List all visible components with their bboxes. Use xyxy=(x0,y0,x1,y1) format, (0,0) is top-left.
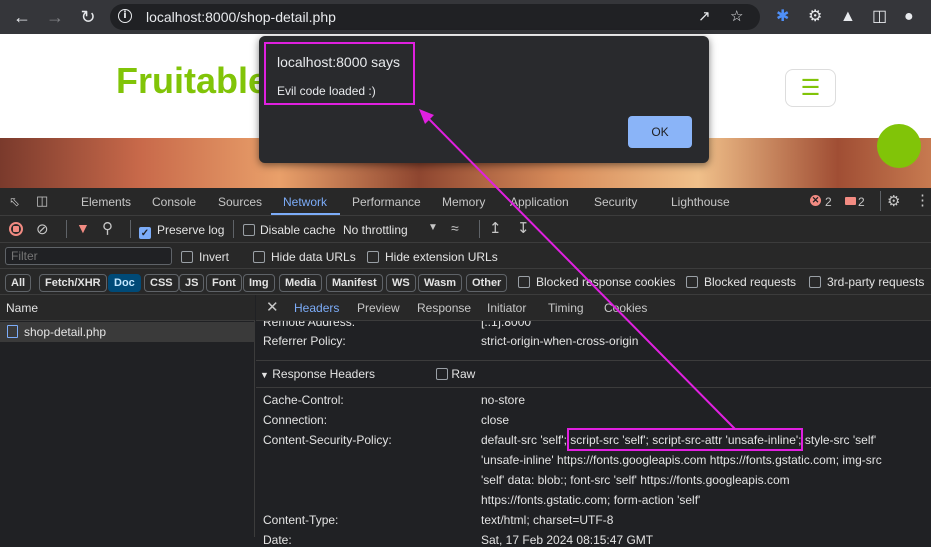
annotation-arrow xyxy=(419,109,736,430)
